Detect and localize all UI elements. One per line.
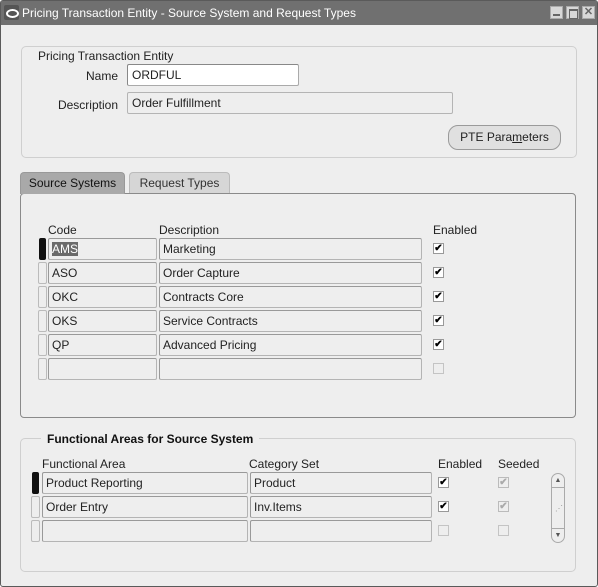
code-cell[interactable]: ASO xyxy=(48,262,157,284)
row-indicator[interactable] xyxy=(38,310,47,332)
description-cell[interactable]: Marketing xyxy=(159,238,422,260)
enabled-checkbox[interactable]: ✔ xyxy=(433,291,444,302)
oracle-app-icon xyxy=(4,5,19,20)
description-cell[interactable] xyxy=(159,358,422,380)
code-value: QP xyxy=(52,338,70,352)
close-button[interactable]: ✕ xyxy=(582,6,595,19)
code-value: ASO xyxy=(52,266,78,280)
code-value: OKC xyxy=(52,290,79,304)
fa-enabled-checkbox[interactable] xyxy=(438,525,449,536)
row-indicator[interactable] xyxy=(38,262,47,284)
enabled-checkbox[interactable] xyxy=(433,363,444,374)
code-cell[interactable]: OKS xyxy=(48,310,157,332)
col-header-code: Code xyxy=(48,223,77,237)
description-cell[interactable]: Advanced Pricing xyxy=(159,334,422,356)
minimize-button[interactable] xyxy=(550,6,563,19)
enabled-checkbox[interactable]: ✔ xyxy=(433,339,444,350)
functional-area-cell[interactable]: Order Entry xyxy=(42,496,248,518)
fa-row-indicator[interactable] xyxy=(31,520,40,542)
functional-areas-scrollbar[interactable]: ▲ ⋰ ▼ xyxy=(551,473,565,543)
seeded-checkbox xyxy=(498,525,509,536)
description-field[interactable]: Order Fulfillment xyxy=(127,92,453,114)
name-field[interactable]: ORDFUL xyxy=(127,64,299,86)
description-cell[interactable]: Service Contracts xyxy=(159,310,422,332)
col-header-seeded: Seeded xyxy=(498,457,540,471)
description-cell[interactable]: Contracts Core xyxy=(159,286,422,308)
enabled-checkbox[interactable]: ✔ xyxy=(433,267,444,278)
enabled-checkbox[interactable]: ✔ xyxy=(433,243,444,254)
code-cell[interactable] xyxy=(48,358,157,380)
code-cell[interactable]: QP xyxy=(48,334,157,356)
description-cell[interactable]: Order Capture xyxy=(159,262,422,284)
seeded-checkbox: ✔ xyxy=(498,477,509,488)
title-bar[interactable]: Pricing Transaction Entity - Source Syst… xyxy=(1,1,597,25)
code-value: OKS xyxy=(52,314,78,328)
code-cell[interactable]: OKC xyxy=(48,286,157,308)
functional-areas-title: Functional Areas for Source System xyxy=(41,432,260,446)
name-label: Name xyxy=(85,69,118,83)
code-cell[interactable]: AMS xyxy=(48,238,157,260)
pte-window: Pricing Transaction Entity - Source Syst… xyxy=(0,0,598,587)
category-set-cell[interactable]: Inv.Items xyxy=(250,496,432,518)
col-header-description: Description xyxy=(159,223,220,237)
pte-group-label: Pricing Transaction Entity xyxy=(34,49,178,63)
pte-parameters-button[interactable]: PTE Parameters xyxy=(448,125,561,150)
category-set-cell[interactable] xyxy=(250,520,432,542)
enabled-checkbox[interactable]: ✔ xyxy=(433,315,444,326)
description-label: Description xyxy=(57,98,118,112)
seeded-checkbox: ✔ xyxy=(498,501,509,512)
fa-row-indicator[interactable] xyxy=(32,472,39,494)
scroll-up-arrow-icon[interactable]: ▲ xyxy=(552,474,564,488)
tab-source-systems[interactable]: Source Systems xyxy=(20,172,125,194)
pte-parameters-label-b: eters xyxy=(522,130,549,144)
scroll-down-arrow-icon[interactable]: ▼ xyxy=(552,528,564,542)
col-header-enabled: Enabled xyxy=(433,223,478,237)
row-indicator[interactable] xyxy=(38,358,47,380)
row-indicator[interactable] xyxy=(39,238,46,260)
col-header-functional-area: Functional Area xyxy=(42,457,126,471)
pte-parameters-mnemonic: m xyxy=(512,130,523,144)
maximize-button[interactable] xyxy=(566,6,579,19)
tab-request-types[interactable]: Request Types xyxy=(129,172,230,193)
functional-area-cell[interactable] xyxy=(42,520,248,542)
col-header-fa-enabled: Enabled xyxy=(438,457,483,471)
fa-enabled-checkbox[interactable]: ✔ xyxy=(438,501,449,512)
scroll-grip-icon[interactable]: ⋰ xyxy=(555,504,563,513)
fa-row-indicator[interactable] xyxy=(31,496,40,518)
functional-area-cell[interactable]: Product Reporting xyxy=(42,472,248,494)
code-value: AMS xyxy=(52,242,79,256)
row-indicator[interactable] xyxy=(38,334,47,356)
window-title: Pricing Transaction Entity - Source Syst… xyxy=(22,6,356,20)
col-header-category-set: Category Set xyxy=(249,457,320,471)
fa-enabled-checkbox[interactable]: ✔ xyxy=(438,477,449,488)
category-set-cell[interactable]: Product xyxy=(250,472,432,494)
pte-parameters-label-a: PTE Para xyxy=(460,130,513,144)
row-indicator[interactable] xyxy=(38,286,47,308)
